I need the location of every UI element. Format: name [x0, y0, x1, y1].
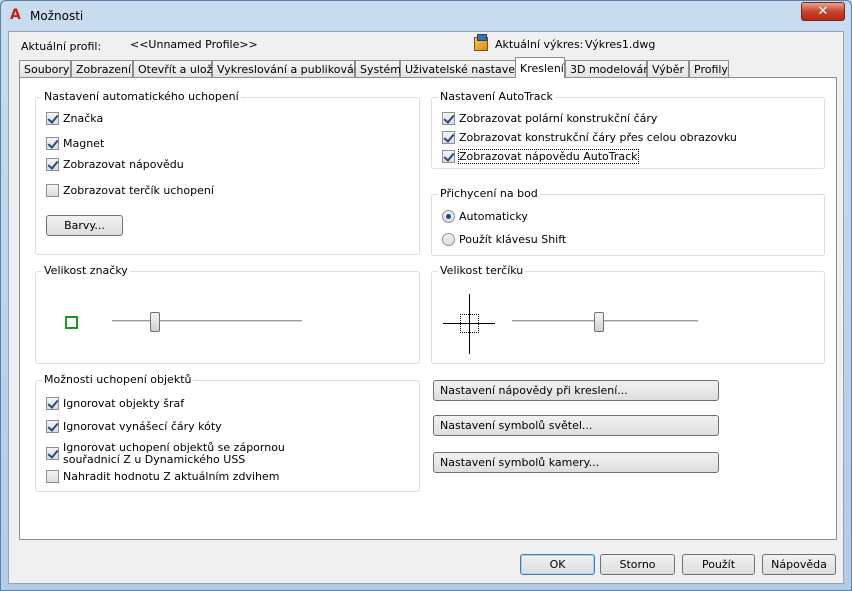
tab-profily[interactable]: Profily [689, 60, 729, 77]
colors-button[interactable]: Barvy... [46, 215, 123, 236]
current-profile-label: Aktuální profil: [21, 40, 102, 53]
cameras-glyph-settings-button[interactable]: Nastavení symbolů kamery... [433, 452, 719, 473]
options-dialog: A Možnosti ✕ Aktuální profil: <<Unnamed … [0, 0, 852, 591]
tab-vyber[interactable]: Výběr [647, 60, 689, 77]
tab-system[interactable]: Systém [355, 60, 401, 77]
lights-glyph-settings-button[interactable]: Nastavení symbolů světel... [433, 415, 719, 436]
close-button[interactable]: ✕ [801, 2, 845, 21]
object-snap-options-title: Možnosti uchopení objektů [42, 373, 194, 386]
ignore-dimension-extension-checkbox[interactable] [46, 420, 59, 433]
apply-button[interactable]: Použít [682, 554, 755, 575]
aperture-size-title: Velikost terčíku [438, 264, 526, 277]
tab-zobrazeni[interactable]: Zobrazení [71, 60, 133, 77]
autotrack-settings-title: Nastavení AutoTrack [438, 90, 555, 103]
tooltip-checkbox-label: Zobrazovat nápovědu [63, 158, 184, 171]
autotrack-tooltip-checkbox-label: Zobrazovat nápovědu AutoTrack [458, 149, 639, 164]
magnet-checkbox[interactable] [46, 137, 59, 150]
ignore-negative-z-checkbox[interactable] [46, 447, 59, 460]
shift-radio[interactable] [442, 233, 455, 246]
object-snap-options-group: Možnosti uchopení objektů Ignorovat obje… [35, 373, 420, 492]
marker-size-title: Velikost značky [42, 264, 130, 277]
aperture-size-slider-thumb[interactable] [594, 312, 604, 332]
tab-uzivatelske-nastaveni[interactable]: Uživatelské nastavení [400, 60, 525, 77]
magnet-checkbox-label: Magnet [63, 137, 105, 150]
replace-z-checkbox[interactable] [46, 470, 59, 483]
autocad-logo-icon: A [10, 7, 21, 23]
aperture-size-group: Velikost terčíku [431, 264, 825, 364]
current-profile-value: <<Unnamed Profile>> [130, 38, 258, 51]
marker-size-group: Velikost značky [35, 264, 420, 364]
alignment-acquisition-title: Přichycení na bod [438, 187, 540, 200]
window-title: Možnosti [30, 9, 84, 23]
marker-checkbox-label: Značka [63, 112, 104, 125]
ignore-hatch-checkbox-label: Ignorovat objekty šraf [63, 397, 185, 410]
marker-checkbox[interactable] [46, 112, 59, 125]
automatic-radio-label: Automaticky [459, 210, 528, 223]
ignore-dimension-extension-checkbox-label: Ignorovat vynášecí čáry kóty [63, 420, 222, 433]
autosnap-settings-title: Nastavení automatického uchopení [42, 90, 241, 103]
alignment-acquisition-group: Přichycení na bod Automaticky Použít klá… [431, 187, 825, 256]
shift-radio-label: Použít klávesu Shift [459, 233, 567, 246]
fullscreen-tracking-checkbox[interactable] [442, 131, 455, 144]
ignore-hatch-checkbox[interactable] [46, 397, 59, 410]
drafting-tab-panel: Nastavení automatického uchopení Značka … [19, 77, 837, 540]
aperture-preview-icon [460, 314, 479, 333]
tab-kresleni[interactable]: Kreslení [515, 57, 565, 78]
autotrack-settings-group: Nastavení AutoTrack Zobrazovat polární k… [431, 90, 825, 169]
tab-3d-modelovani[interactable]: 3D modelování [565, 60, 653, 77]
tab-vykreslovani[interactable]: Vykreslování a publikování [212, 60, 364, 77]
autosnap-settings-group: Nastavení automatického uchopení Značka … [35, 90, 420, 255]
tab-otevrit-a-ulozit[interactable]: Otevřít a uložit [133, 60, 220, 77]
aperture-box-checkbox-label: Zobrazovat terčík uchopení [63, 184, 214, 197]
dialog-client-area: Aktuální profil: <<Unnamed Profile>> Akt… [8, 31, 844, 584]
replace-z-checkbox-label: Nahradit hodnotu Z aktuálním zdvihem [63, 470, 280, 483]
marker-size-slider-thumb[interactable] [150, 312, 160, 332]
marker-size-slider-track[interactable] [112, 320, 302, 323]
tab-soubory[interactable]: Soubory [19, 60, 71, 77]
title-bar: A Možnosti ✕ [1, 1, 851, 31]
autotrack-tooltip-checkbox[interactable] [442, 150, 455, 163]
automatic-radio[interactable] [442, 210, 455, 223]
drafting-tooltip-settings-button[interactable]: Nastavení nápovědy při kreslení... [433, 380, 719, 401]
fullscreen-tracking-checkbox-label: Zobrazovat konstrukční čáry přes celou o… [459, 131, 737, 144]
ok-button[interactable]: OK [520, 554, 595, 575]
polar-tracking-checkbox-label: Zobrazovat polární konstrukční čáry [459, 112, 658, 125]
tooltip-checkbox[interactable] [46, 158, 59, 171]
current-drawing-label: Aktuální výkres: [495, 38, 584, 51]
polar-tracking-checkbox[interactable] [442, 112, 455, 125]
drawing-file-icon [474, 34, 488, 51]
aperture-box-checkbox[interactable] [46, 184, 59, 197]
ignore-negative-z-checkbox-label: Ignorovat uchopení objektů se zápornou s… [63, 441, 285, 466]
current-drawing-value: Výkres1.dwg [585, 38, 656, 51]
aperture-size-slider-track[interactable] [512, 320, 698, 323]
help-button[interactable]: Nápověda [762, 554, 836, 575]
cancel-button[interactable]: Storno [600, 554, 675, 575]
marker-preview-icon [65, 316, 78, 329]
